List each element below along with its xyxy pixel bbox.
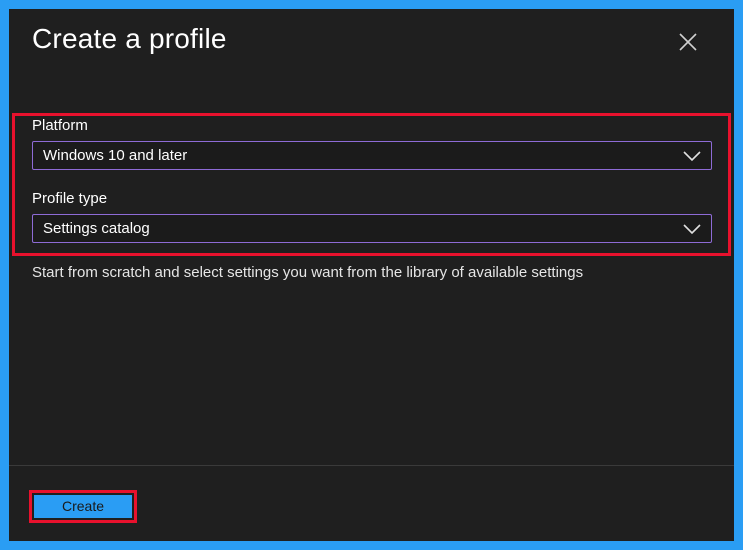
- profile-type-label: Profile type: [32, 190, 108, 207]
- profile-type-dropdown[interactable]: Settings catalog: [32, 214, 712, 243]
- dialog-title: Create a profile: [32, 23, 227, 54]
- profile-type-value: Settings catalog: [43, 220, 150, 237]
- footer-divider: [9, 465, 734, 466]
- chevron-down-icon: [683, 151, 701, 162]
- chevron-down-icon: [683, 224, 701, 235]
- platform-label: Platform: [32, 117, 88, 134]
- profile-description: Start from scratch and select settings y…: [32, 264, 584, 281]
- create-button[interactable]: Create: [34, 495, 132, 518]
- platform-dropdown[interactable]: Windows 10 and later: [32, 141, 712, 170]
- create-profile-dialog: Create a profile Platform Windows 10 and…: [9, 9, 734, 541]
- platform-value: Windows 10 and later: [43, 147, 188, 164]
- close-icon: [679, 33, 697, 51]
- close-button[interactable]: [677, 31, 699, 53]
